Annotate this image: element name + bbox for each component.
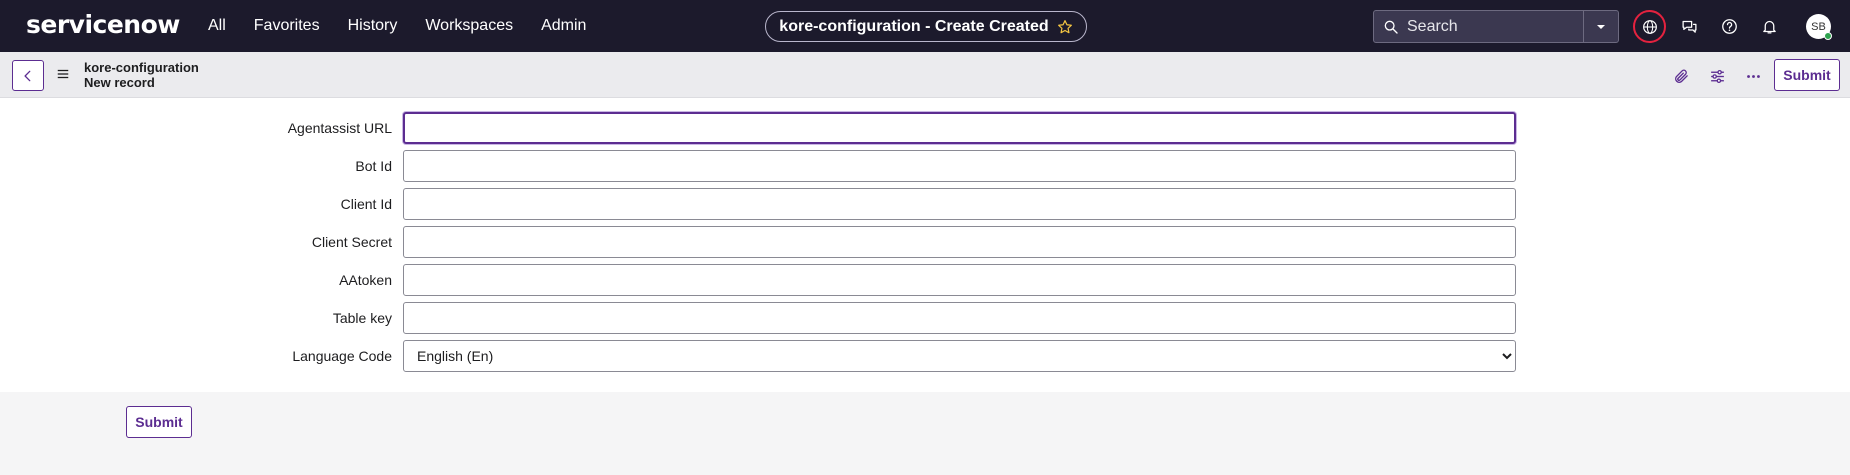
submit-button-header[interactable]: Submit (1774, 59, 1840, 91)
bell-icon (1762, 20, 1776, 34)
aatoken-input[interactable] (403, 264, 1516, 296)
form-row-table-key: Table key (0, 302, 1850, 334)
form-row-client-id: Client Id (0, 188, 1850, 220)
more-horizontal-icon (1746, 74, 1760, 78)
back-button[interactable] (12, 60, 44, 91)
client-secret-label: Client Secret (311, 234, 392, 250)
user-avatar[interactable]: SB (1806, 14, 1832, 40)
hamburger-icon (57, 69, 69, 79)
agentassist-url-label: Agentassist URL (287, 120, 392, 136)
global-search[interactable] (1373, 10, 1584, 43)
bot-id-input[interactable] (403, 150, 1516, 182)
attachment-button[interactable] (1671, 66, 1691, 86)
client-id-input[interactable] (403, 188, 1516, 220)
avatar-initials: SB (1811, 20, 1826, 33)
agentassist-url-input[interactable] (403, 112, 1516, 144)
table-key-input[interactable] (403, 302, 1516, 334)
form-row-client-secret: Client Secret (0, 226, 1850, 258)
form-row-agentassist-url: Agentassist URL (0, 112, 1850, 144)
main-menu: All Favorites History Workspaces Admin (208, 0, 614, 52)
page-title: kore-configuration - Create Created (779, 17, 1049, 35)
help-button[interactable] (1717, 14, 1741, 38)
nav-history[interactable]: History (348, 17, 398, 35)
paperclip-icon (1674, 69, 1688, 83)
star-icon[interactable] (1057, 19, 1073, 35)
search-icon (1384, 20, 1398, 34)
chat-icon (1681, 20, 1697, 33)
form-row-bot-id: Bot Id (0, 150, 1850, 182)
form-footer: Submit (0, 392, 1850, 475)
submit-button-footer[interactable]: Submit (126, 406, 192, 438)
record-subtitle: New record (84, 75, 155, 90)
table-key-label: Table key (332, 310, 392, 326)
nav-admin[interactable]: Admin (541, 17, 586, 35)
bot-id-label: Bot Id (355, 158, 392, 174)
servicenow-logo[interactable]: servicenow (26, 10, 180, 39)
help-icon (1721, 18, 1737, 34)
personalize-form-button[interactable] (1707, 66, 1727, 86)
top-navigation-bar: servicenow All Favorites History Workspa… (0, 0, 1850, 52)
sliders-icon (1710, 69, 1724, 83)
record-title: kore-configuration New record (84, 60, 199, 90)
language-code-select[interactable]: English (En) (403, 340, 1516, 372)
notifications-button[interactable] (1757, 14, 1781, 38)
globe-icon (1642, 19, 1657, 34)
presence-indicator (1824, 32, 1832, 40)
chevron-left-icon (24, 70, 31, 81)
aatoken-label: AAtoken (339, 272, 392, 288)
nav-favorites[interactable]: Favorites (254, 17, 320, 35)
page-title-pill[interactable]: kore-configuration - Create Created (765, 11, 1087, 42)
form-row-aatoken: AAtoken (0, 264, 1850, 296)
client-id-label: Client Id (340, 196, 392, 212)
form-row-language-code: Language Code English (En) (0, 340, 1850, 372)
search-input[interactable] (1407, 17, 1567, 36)
language-code-label: Language Code (292, 348, 392, 364)
more-options-button[interactable] (1743, 66, 1763, 86)
record-table-name: kore-configuration (84, 60, 199, 75)
language-scope-button[interactable] (1633, 10, 1666, 43)
nav-workspaces[interactable]: Workspaces (425, 17, 513, 35)
chevron-down-icon (1597, 24, 1605, 29)
chat-button[interactable] (1677, 14, 1701, 38)
record-header: kore-configuration New record Submit (0, 52, 1850, 98)
client-secret-input[interactable] (403, 226, 1516, 258)
search-scope-dropdown[interactable] (1583, 10, 1619, 43)
nav-all[interactable]: All (208, 17, 226, 35)
record-form: Agentassist URL Bot Id Client Id Client … (0, 98, 1850, 392)
context-menu-button[interactable] (56, 67, 70, 86)
